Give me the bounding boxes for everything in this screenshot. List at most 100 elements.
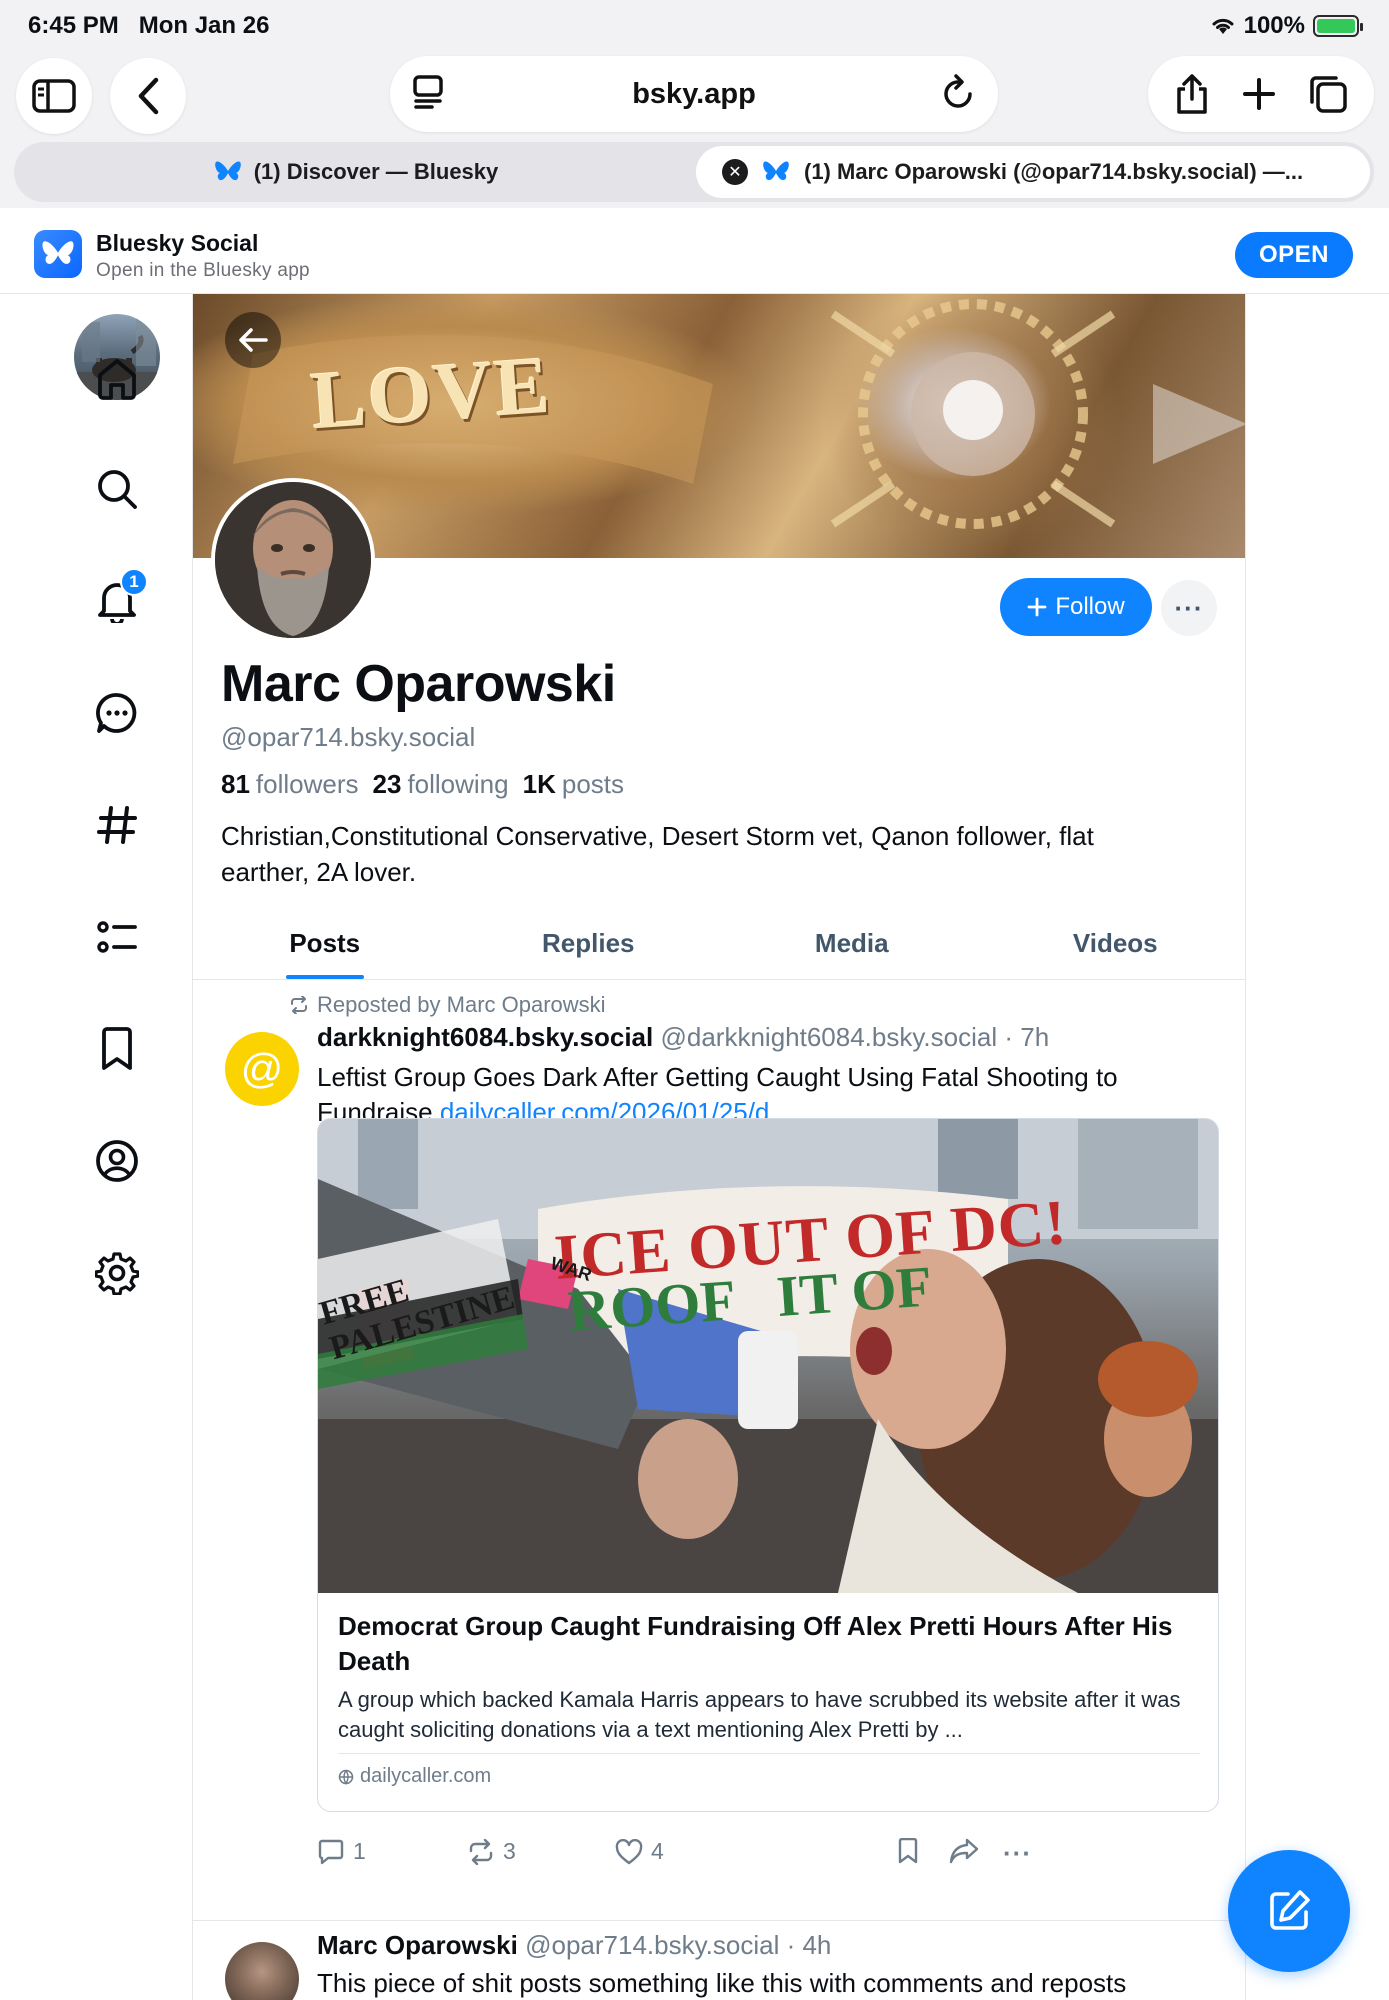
clock-date: Mon Jan 26 — [138, 12, 270, 39]
post-more-button[interactable]: ··· — [1003, 1838, 1032, 1869]
post-action-bar: 1 3 4 ··· — [317, 1838, 1217, 1878]
banner-love-text: LOVE — [308, 338, 555, 447]
post-header: darkknight6084.bsky.social @darkknight60… — [317, 1022, 1049, 1053]
followers-count: 81 — [221, 769, 250, 799]
profile-avatar[interactable] — [211, 478, 375, 642]
bookmark-post-button[interactable] — [897, 1838, 919, 1864]
post2-author-name[interactable]: Marc Oparowski — [317, 1930, 518, 1960]
arrow-left-icon — [239, 328, 268, 352]
following-stat[interactable]: 23 following — [373, 769, 509, 800]
post-author-avatar[interactable]: @ — [225, 1032, 299, 1106]
nav-profile[interactable] — [90, 1134, 144, 1188]
tab-replies[interactable]: Replies — [457, 908, 721, 979]
post2-author-meta: @opar714.bsky.social · 4h — [525, 1930, 832, 1960]
link-preview-card[interactable]: ICE OUT OF DC! ROOF IT OF FREE PALESTINE… — [317, 1118, 1219, 1812]
tab-posts[interactable]: Posts — [193, 908, 457, 979]
list-icon — [97, 921, 137, 953]
tabs-overview-icon[interactable] — [1308, 74, 1348, 114]
link-preview-description: A group which backed Kamala Harris appea… — [338, 1687, 1181, 1742]
browser-toolbar: bsky.app — [0, 52, 1389, 138]
nav-feeds[interactable] — [90, 798, 144, 852]
followers-stat[interactable]: 81 followers — [221, 769, 359, 800]
status-bar: 6:45 PM Mon Jan 26 100% — [0, 0, 1389, 52]
battery-icon — [1313, 15, 1363, 37]
more-options-button[interactable]: ··· — [1161, 580, 1217, 636]
following-count: 23 — [372, 769, 402, 799]
share-arrow-icon — [949, 1838, 979, 1864]
tab-media[interactable]: Media — [720, 908, 984, 979]
compose-post-button[interactable] — [1228, 1850, 1350, 1972]
nav-chat[interactable] — [90, 686, 144, 740]
clock-time: 6:45 PM — [28, 12, 119, 39]
nav-lists[interactable] — [90, 910, 144, 964]
butterfly-icon — [214, 161, 241, 181]
left-navigation: 1 — [0, 294, 190, 2000]
profile-tabs: Posts Replies Media Videos — [193, 908, 1246, 980]
posts-label: posts — [561, 769, 625, 799]
repost-button[interactable]: 3 — [467, 1838, 516, 1865]
nav-search[interactable] — [90, 462, 144, 516]
followers-label: followers — [255, 769, 359, 799]
tab-label: (1) Discover — Bluesky — [253, 159, 499, 184]
home-icon — [98, 359, 136, 400]
address-bar[interactable]: bsky.app — [390, 56, 998, 132]
url-text[interactable]: bsky.app — [390, 78, 998, 111]
feed-post[interactable]: Reposted by Marc Oparowski @ darkknight6… — [193, 982, 1245, 1868]
domain-text: dailycaller.com — [360, 1765, 492, 1787]
link-preview-image: ICE OUT OF DC! ROOF IT OF FREE PALESTINE… — [318, 1119, 1218, 1593]
hashtag-icon — [97, 806, 137, 844]
post-author-name[interactable]: darkknight6084.bsky.social — [317, 1022, 653, 1052]
posts-stat: 1K posts — [523, 769, 624, 800]
battery-fill — [1317, 19, 1355, 33]
like-count: 4 — [651, 1838, 664, 1864]
tab-videos[interactable]: Videos — [984, 908, 1246, 979]
reply-icon — [318, 1839, 344, 1864]
back-button[interactable] — [110, 58, 186, 134]
link-preview-domain: dailycaller.com — [338, 1765, 491, 1788]
tab-discover[interactable]: (1) Discover — Bluesky — [18, 146, 694, 198]
close-icon[interactable]: ✕ — [722, 159, 748, 185]
share-icon[interactable] — [1174, 73, 1210, 115]
chevron-left-icon — [138, 77, 159, 115]
repost-icon — [469, 1838, 493, 1865]
repost-count: 3 — [503, 1838, 516, 1864]
butterfly-icon — [763, 161, 789, 181]
heart-icon — [615, 1838, 643, 1864]
share-post-button[interactable] — [949, 1838, 979, 1864]
notification-badge: 1 — [120, 568, 148, 596]
status-time: 6:45 PM Mon Jan 26 — [28, 12, 269, 40]
repost-icon — [291, 996, 307, 1014]
reload-icon[interactable] — [942, 74, 976, 115]
plus-icon — [1027, 597, 1047, 617]
nav-settings[interactable] — [90, 1246, 144, 1300]
reply-button[interactable]: 1 — [317, 1838, 366, 1865]
following-label: following — [407, 769, 509, 799]
post-author-meta: @darkknight6084.bsky.social · 7h — [660, 1022, 1050, 1052]
follow-button[interactable]: Follow — [1000, 578, 1152, 636]
repost-label: Reposted by Marc Oparowski — [317, 992, 606, 1017]
sidebar-toggle-button[interactable] — [16, 58, 92, 134]
like-button[interactable]: 4 — [615, 1838, 664, 1865]
back-button[interactable] — [225, 312, 281, 368]
tab-label: (1) Marc Oparowski (@opar714.bsky.social… — [804, 159, 1304, 184]
nav-home[interactable] — [90, 352, 144, 406]
chat-bubble-icon — [96, 693, 137, 733]
bluesky-app-icon — [34, 230, 82, 278]
bookmark-icon — [102, 1027, 132, 1070]
open-app-button[interactable]: OPEN — [1235, 232, 1353, 278]
profile-handle: @opar714.bsky.social — [221, 722, 476, 752]
app-name: Bluesky Social — [96, 230, 259, 256]
nav-saved[interactable] — [90, 1022, 144, 1076]
new-tab-icon[interactable] — [1242, 77, 1276, 111]
profile-main-column: LOVE Follow ··· Marc Oparowski @opar714.… — [192, 294, 1246, 2000]
post2-author-avatar[interactable] — [225, 1942, 299, 2000]
tab-profile[interactable]: ✕ (1) Marc Oparowski (@opar714.bsky.soci… — [696, 146, 1370, 198]
display-name: Marc Oparowski — [221, 655, 616, 713]
tab-track: (1) Discover — Bluesky ✕ (1) Marc Oparow… — [14, 142, 1374, 202]
search-icon — [98, 470, 137, 509]
post2-header: Marc Oparowski @opar714.bsky.social · 4h — [317, 1930, 831, 1961]
bookmark-icon — [898, 1838, 918, 1864]
follow-label: Follow — [1055, 593, 1125, 620]
smart-app-banner: Bluesky Social Open in the Bluesky app O… — [0, 208, 1389, 294]
nav-notifications[interactable]: 1 — [90, 568, 148, 628]
